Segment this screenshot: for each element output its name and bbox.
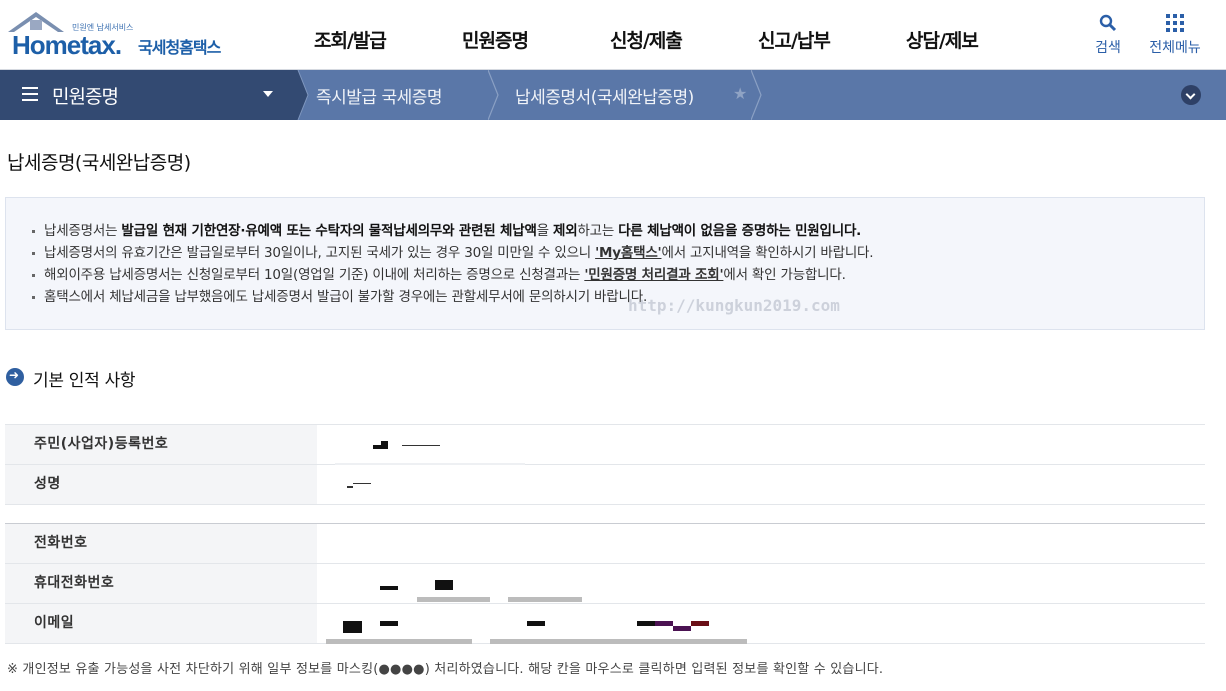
contact-info-table: 전화번호 휴대전화번호 이메일 <box>5 523 1205 644</box>
logo-korean: 국세청홈택스 <box>138 38 221 57</box>
breadcrumb-separator-icon <box>290 70 309 120</box>
favorite-star-icon[interactable]: ★ <box>733 84 747 103</box>
nav-item-certificate[interactable]: 민원증명 <box>448 26 596 53</box>
breadcrumb-tax-certificate[interactable]: 납세증명서(국세완납증명) <box>515 83 694 108</box>
watermark: http://kungkun2019.com <box>628 296 840 315</box>
name-value[interactable] <box>317 465 1205 504</box>
nav-item-report[interactable]: 신고/납부 <box>744 26 892 53</box>
masked-value <box>347 486 353 488</box>
masked-value <box>490 639 747 644</box>
notice-item: 납세증명서는 발급일 현재 기한연장·유예액 또는 수탁자의 물적납세의무와 관… <box>32 220 873 242</box>
email-value[interactable] <box>317 604 1205 644</box>
notice-text: 납세증명서의 유효기간은 발급일로부터 30일이나, 고지된 국세가 있는 경우… <box>44 245 596 261</box>
notice-text: 에서 고지내역을 확인하시기 바랍니다. <box>661 245 874 261</box>
all-menu-button[interactable]: 전체메뉴 <box>1140 12 1210 57</box>
location-expand-toggle[interactable] <box>1181 85 1201 105</box>
menu-category-title: 민원증명 <box>52 86 119 108</box>
table-row: 이메일 <box>5 604 1205 644</box>
masked-value <box>380 586 398 590</box>
section-title: 기본 인적 사항 <box>33 371 136 391</box>
masked-value <box>373 445 381 449</box>
notice-text: 에서 확인 가능합니다. <box>723 267 846 283</box>
notice-text: 하고는 <box>577 223 619 239</box>
name-label: 성명 <box>5 465 317 504</box>
table-row: 주민(사업자)등록번호 <box>5 425 1205 465</box>
masking-notice: ※ 개인정보 유출 가능성을 사전 차단하기 위해 일부 정보를 마스킹(●●●… <box>7 662 884 677</box>
header: 민원엔 납세서비스 Hometax. 국세청홈택스 조회/발급 민원증명 신청/… <box>0 0 1226 70</box>
mobile-label: 휴대전화번호 <box>5 564 317 603</box>
notice-emphasis: 다른 체납액이 없음을 증명하는 민원입니다. <box>618 223 862 239</box>
notice-text: 납세증명서는 <box>44 223 122 239</box>
personal-info-table: 주민(사업자)등록번호 성명 <box>5 424 1205 505</box>
masked-value <box>655 621 673 626</box>
email-label: 이메일 <box>5 604 317 643</box>
phone-value[interactable] <box>317 524 1205 563</box>
nav-item-consult[interactable]: 상담/제보 <box>892 26 1040 53</box>
notice-box: 납세증명서는 발급일 현재 기한연장·유예액 또는 수탁자의 물적납세의무와 관… <box>5 197 1205 330</box>
masked-value <box>380 621 398 626</box>
masked-value <box>637 621 655 626</box>
masked-value <box>343 621 362 633</box>
notice-list: 납세증명서는 발급일 현재 기한연장·유예액 또는 수탁자의 물적납세의무와 관… <box>32 220 874 308</box>
rrn-label: 주민(사업자)등록번호 <box>5 425 317 464</box>
table-row: 휴대전화번호 <box>5 564 1205 604</box>
breadcrumb-separator-icon <box>751 70 762 120</box>
grid-menu-icon <box>1140 12 1210 34</box>
masked-value <box>435 580 453 590</box>
mobile-value[interactable] <box>317 564 1205 603</box>
rrn-value[interactable] <box>317 425 1205 465</box>
masked-value <box>353 483 371 484</box>
nav-item-inquiry[interactable]: 조회/발급 <box>300 26 448 53</box>
global-nav: 조회/발급 민원증명 신청/제출 신고/납부 상담/제보 <box>300 26 1040 53</box>
notice-emphasis: 발급일 현재 기한연장·유예액 또는 수탁자의 물적납세의무와 관련된 체납액 <box>121 223 537 239</box>
masked-value <box>417 597 490 602</box>
location-bar: 민원증명 즉시발급 국세증명 납세증명서(국세완납증명) <box>0 70 1226 120</box>
result-inquiry-link[interactable]: '민원증명 처리결과 조회' <box>584 267 723 283</box>
search-label: 검색 <box>1095 40 1121 56</box>
masked-value <box>326 639 472 644</box>
masked-value <box>381 441 388 449</box>
hamburger-icon <box>22 87 38 101</box>
phone-label: 전화번호 <box>5 524 317 563</box>
table-row: 전화번호 <box>5 524 1205 564</box>
logo-brand-a: Hom <box>12 30 68 60</box>
masked-value <box>691 621 709 626</box>
masked-value <box>527 621 545 626</box>
logo-brand: Hometax. <box>12 30 122 61</box>
page-title: 납세증명(국세완납증명) <box>7 152 191 174</box>
logo-brand-b: etax. <box>66 30 122 60</box>
masked-value <box>402 445 440 446</box>
all-menu-label: 전체메뉴 <box>1149 40 1201 56</box>
table-row: 성명 <box>5 465 1205 505</box>
caret-down-icon <box>263 91 273 97</box>
masked-value <box>673 626 691 631</box>
search-button[interactable]: 검색 <box>1090 12 1126 57</box>
notice-text: 해외이주용 납세증명서는 신청일로부터 10일(영업일 기준) 이내에 처리하는… <box>44 267 585 283</box>
my-hometax-link[interactable]: 'My홈택스' <box>595 245 662 261</box>
notice-item: 납세증명서의 유효기간은 발급일로부터 30일이나, 고지된 국세가 있는 경우… <box>32 242 874 264</box>
search-icon <box>1090 12 1126 34</box>
notice-text: 을 <box>536 223 553 239</box>
breadcrumb-separator-icon <box>488 70 499 120</box>
notice-item: 해외이주용 납세증명서는 신청일로부터 10일(영업일 기준) 이내에 처리하는… <box>32 264 873 286</box>
hometax-logo[interactable]: 민원엔 납세서비스 Hometax. 국세청홈택스 <box>6 8 236 62</box>
notice-emphasis: 제외 <box>552 223 578 239</box>
breadcrumb-instant-issue[interactable]: 즉시발급 국세증명 <box>316 83 443 108</box>
masked-value <box>508 597 582 602</box>
arrow-circle-icon <box>6 368 24 386</box>
menu-category-dropdown[interactable]: 민원증명 <box>0 70 298 120</box>
nav-item-application[interactable]: 신청/제출 <box>596 26 744 53</box>
